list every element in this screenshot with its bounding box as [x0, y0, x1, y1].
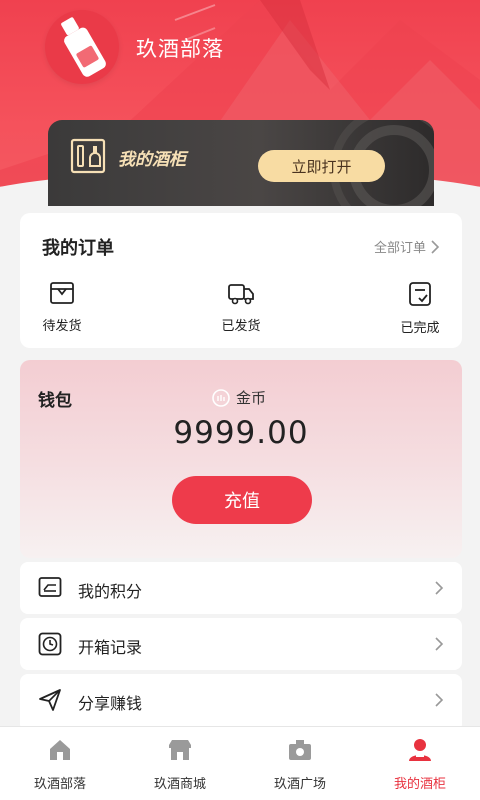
order-shipped[interactable]: 已发货	[211, 281, 271, 334]
wallet-card: 钱包 金币 9999.00 充值	[20, 360, 462, 558]
bottom-tab-bar: 玖酒部落 玖酒商城 玖酒广场 我的酒柜	[0, 726, 480, 800]
all-orders-label: 全部订单	[373, 241, 426, 256]
tab-my-cabinet[interactable]: 我的酒柜	[360, 737, 480, 792]
tab-square-label: 玖酒广场	[273, 777, 326, 792]
receipt-check-icon	[409, 282, 431, 306]
open-cabinet-button[interactable]: 立即打开	[258, 150, 385, 182]
chevron-right-icon	[435, 637, 444, 651]
coin-label-group: 金币	[212, 387, 266, 408]
chevron-right-icon	[435, 693, 444, 707]
menu-my-points-label: 我的积分	[78, 582, 143, 601]
app-logo	[45, 10, 119, 84]
cabinet-title: 我的酒柜	[118, 150, 186, 170]
truck-icon	[228, 284, 254, 305]
all-orders-link[interactable]: 全部订单	[374, 237, 440, 256]
orders-title: 我的订单	[42, 238, 114, 259]
menu-open-records[interactable]: 开箱记录	[20, 618, 462, 670]
points-card-icon	[38, 577, 62, 597]
recharge-button[interactable]: 充值	[172, 476, 312, 524]
order-pending-ship[interactable]: 待发货	[32, 281, 92, 334]
home-icon	[50, 740, 70, 760]
bottle-logo-icon	[61, 17, 106, 77]
user-icon	[409, 739, 431, 761]
package-icon	[50, 282, 74, 304]
order-shipped-label: 已发货	[221, 319, 261, 334]
wallet-amount: 9999.00	[173, 415, 309, 451]
wallet-title: 钱包	[38, 391, 72, 411]
wine-cabinet-icon	[70, 138, 106, 174]
chevron-right-icon	[431, 239, 440, 254]
clock-icon	[38, 632, 62, 656]
tab-tribe-label: 玖酒部落	[33, 777, 86, 792]
order-pending-ship-label: 待发货	[42, 319, 82, 334]
tab-mall[interactable]: 玖酒商城	[120, 737, 240, 792]
store-icon	[169, 740, 191, 760]
coin-icon	[212, 388, 230, 407]
tab-my-cabinet-label: 我的酒柜	[393, 777, 446, 792]
tab-square[interactable]: 玖酒广场	[240, 737, 360, 792]
order-completed-label: 已完成	[400, 321, 440, 336]
wine-cabinet-card[interactable]: 我的酒柜 立即打开	[48, 120, 434, 206]
orders-card: 我的订单 全部订单 待发货 已发货 已完成	[20, 213, 462, 348]
menu-my-points[interactable]: 我的积分	[20, 562, 462, 614]
send-icon	[39, 689, 61, 711]
menu-share-earn[interactable]: 分享赚钱	[20, 674, 462, 732]
tab-tribe[interactable]: 玖酒部落	[0, 737, 120, 792]
chevron-right-icon	[435, 581, 444, 595]
order-completed[interactable]: 已完成	[390, 281, 450, 336]
app-title: 玖酒部落	[136, 37, 224, 61]
menu-share-earn-label: 分享赚钱	[78, 694, 143, 713]
coin-label: 金币	[236, 389, 267, 407]
menu-open-records-label: 开箱记录	[78, 638, 143, 657]
camera-icon	[289, 740, 311, 760]
tab-mall-label: 玖酒商城	[153, 777, 206, 792]
